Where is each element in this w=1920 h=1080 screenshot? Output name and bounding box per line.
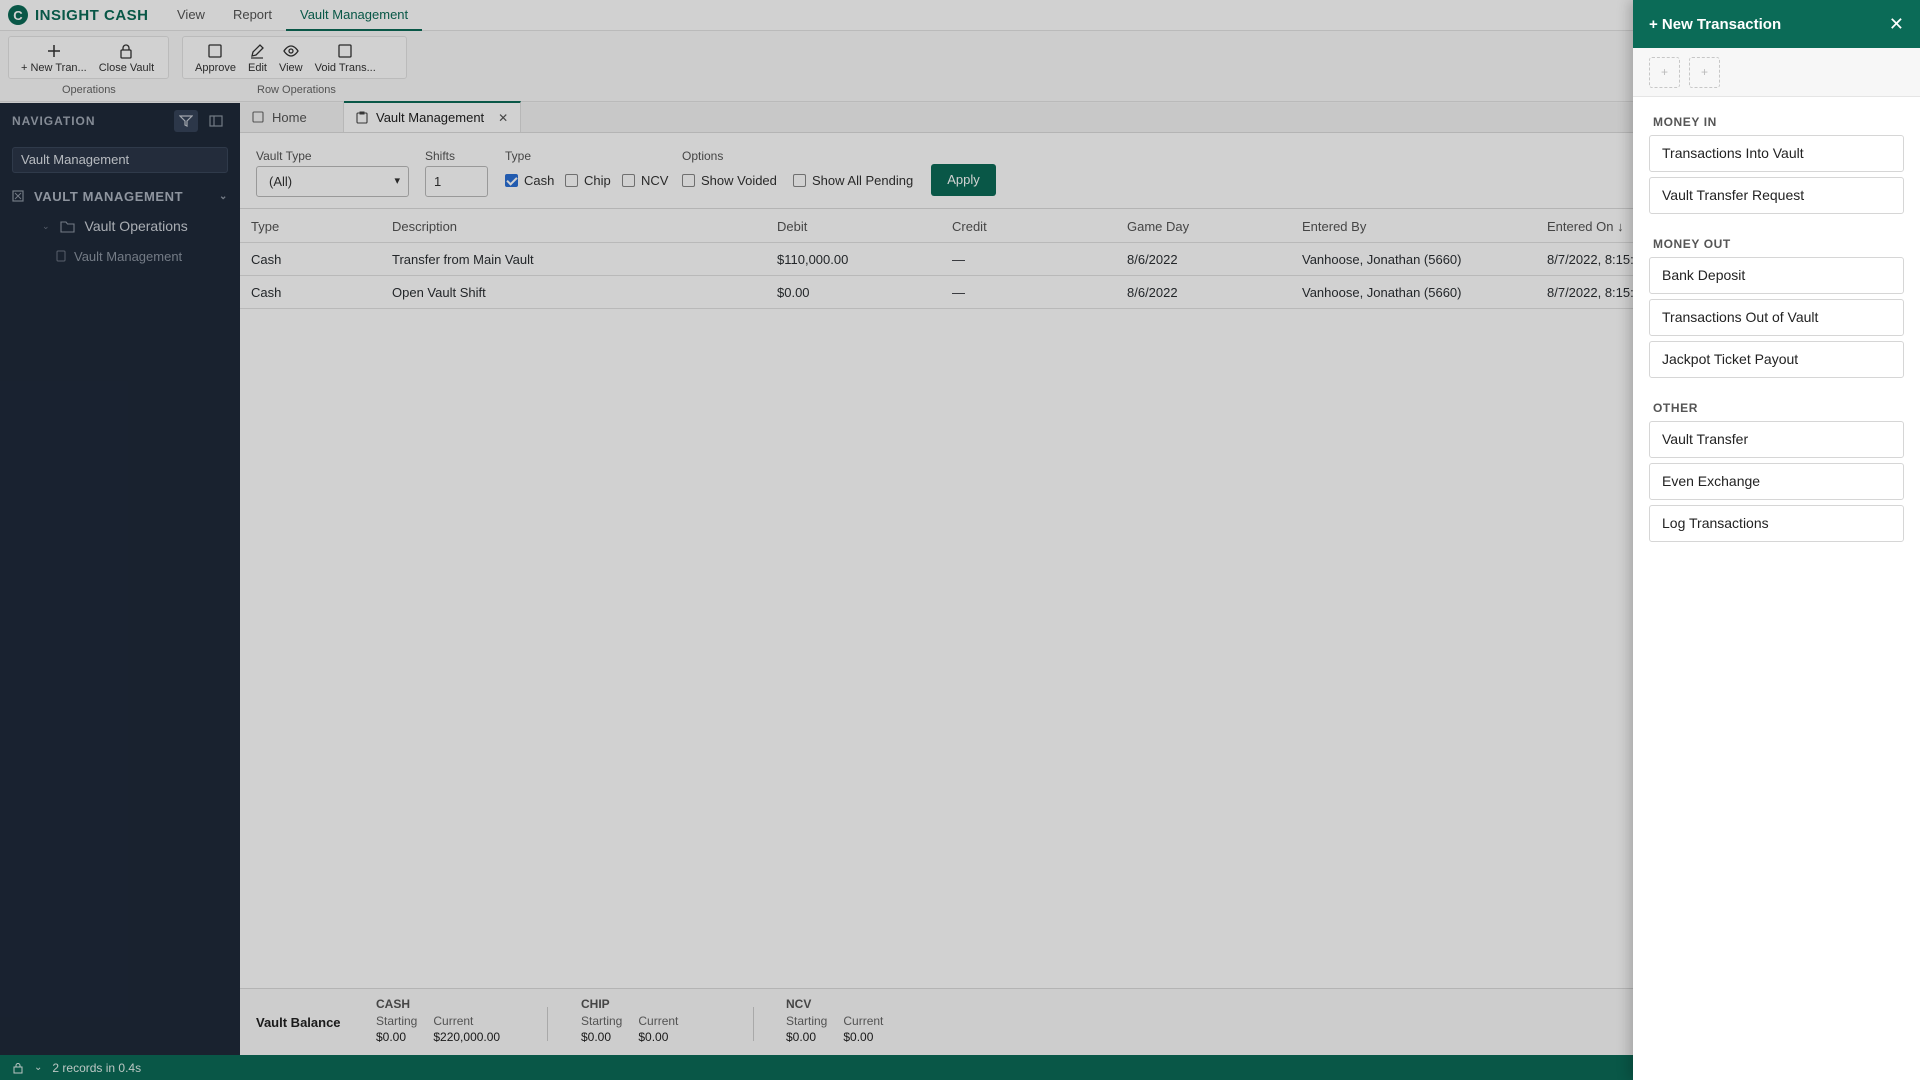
add-icon[interactable]: + <box>1649 56 1680 88</box>
panel-title: + New Transaction <box>1649 15 1782 33</box>
section-other: OTHER <box>1653 401 1698 415</box>
transactions-out-of-vault-button[interactable]: Transactions Out of Vault <box>1649 299 1904 336</box>
new-transaction-panel: + New Transaction ✕ + + MONEY IN Transac… <box>1633 0 1920 1080</box>
vault-transfer-button[interactable]: Vault Transfer <box>1649 421 1904 458</box>
even-exchange-button[interactable]: Even Exchange <box>1649 463 1904 500</box>
jackpot-ticket-payout-button[interactable]: Jackpot Ticket Payout <box>1649 341 1904 378</box>
add-icon[interactable]: + <box>1689 56 1720 88</box>
vault-transfer-request-button[interactable]: Vault Transfer Request <box>1649 177 1904 214</box>
section-money-out: MONEY OUT <box>1653 237 1731 251</box>
panel-header: + New Transaction ✕ <box>1633 0 1920 48</box>
modal-overlay[interactable] <box>0 0 1633 1080</box>
close-icon[interactable]: ✕ <box>1889 15 1904 33</box>
bank-deposit-button[interactable]: Bank Deposit <box>1649 257 1904 294</box>
transactions-into-vault-button[interactable]: Transactions Into Vault <box>1649 135 1904 172</box>
log-transactions-button[interactable]: Log Transactions <box>1649 505 1904 542</box>
app-window: C INSIGHT CASH View Report Vault Managem… <box>0 0 1920 1080</box>
section-money-in: MONEY IN <box>1653 115 1717 129</box>
panel-toolbar: + + <box>1633 48 1920 97</box>
